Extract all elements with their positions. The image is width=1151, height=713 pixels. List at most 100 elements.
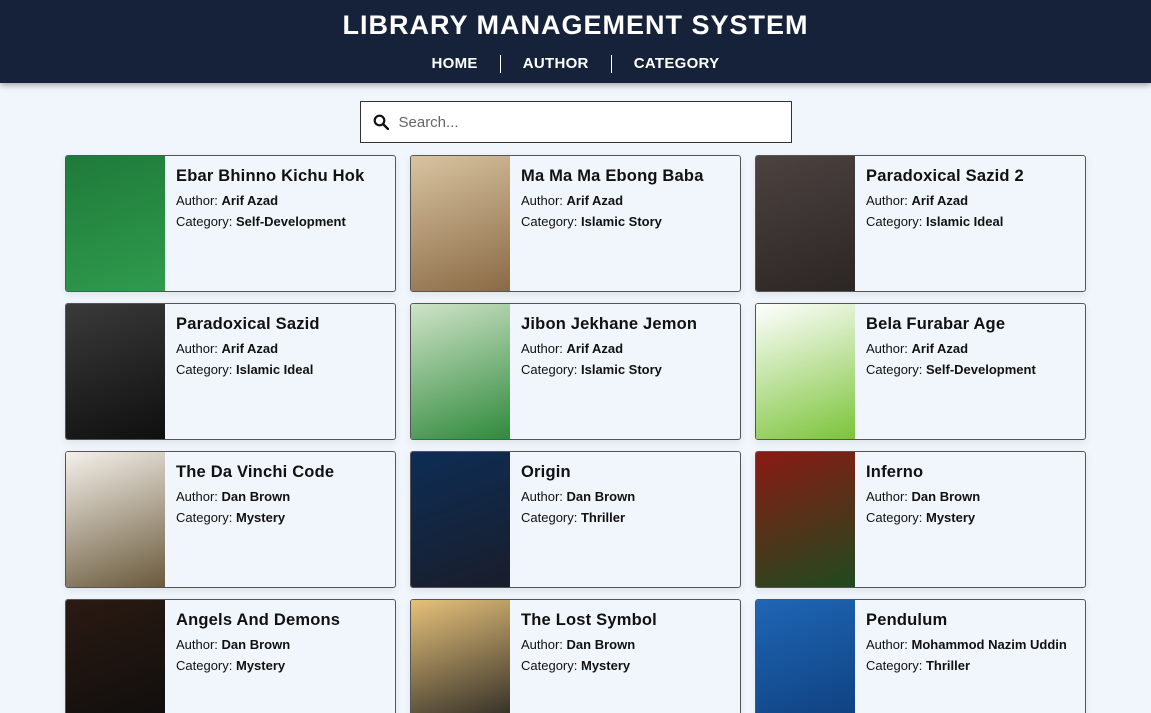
main-nav: HOME AUTHOR CATEGORY [0, 50, 1151, 78]
author-name[interactable]: Dan Brown [222, 489, 291, 504]
book-author: Author: Arif Azad [521, 193, 704, 208]
book-category: Category: Self-Development [866, 362, 1036, 377]
search-input[interactable] [398, 113, 779, 131]
book-cover-image[interactable] [756, 600, 855, 713]
book-author: Author: Arif Azad [176, 193, 364, 208]
book-title: Origin [521, 463, 571, 481]
author-label: Author: [866, 489, 912, 504]
book-card[interactable]: Origin Author: Dan Brown Category: Thrille… [410, 451, 741, 588]
book-card[interactable]: Ebar Bhinno Kichu Hok Author: Arif Azad Ca… [65, 155, 396, 292]
book-card[interactable]: The Lost Symbol Author: Dan Brown Category… [410, 599, 741, 713]
author-name[interactable]: Arif Azad [912, 193, 969, 208]
author-label: Author: [521, 341, 567, 356]
author-name[interactable]: Dan Brown [912, 489, 981, 504]
book-author: Author: Mohammod Nazim Uddin [866, 637, 1067, 652]
book-title: Angels And Demons [176, 611, 341, 629]
category-name[interactable]: Self-Development [926, 362, 1036, 377]
book-card[interactable]: Paradoxical Sazid 2 Author: Arif Azad Cate… [755, 155, 1086, 292]
book-card[interactable]: Inferno Author: Dan Brown Category: Myster… [755, 451, 1086, 588]
book-grid: Ebar Bhinno Kichu Hok Author: Arif Azad Ca… [65, 155, 1151, 713]
author-label: Author: [176, 637, 222, 652]
author-name[interactable]: Dan Brown [567, 637, 636, 652]
author-name[interactable]: Arif Azad [567, 341, 624, 356]
category-label: Category: [176, 214, 236, 229]
book-info: Pendulum Author: Mohammod Nazim Uddin Cate… [855, 600, 1077, 713]
book-author: Author: Dan Brown [176, 637, 340, 652]
author-label: Author: [866, 341, 912, 356]
author-label: Author: [521, 489, 567, 504]
category-label: Category: [521, 362, 581, 377]
author-label: Author: [176, 341, 222, 356]
category-label: Category: [521, 510, 581, 525]
book-cover-image[interactable] [411, 304, 510, 439]
book-cover-image[interactable] [66, 304, 165, 439]
author-name[interactable]: Arif Azad [222, 193, 279, 208]
book-info: Origin Author: Dan Brown Category: Thrille… [510, 452, 645, 587]
category-label: Category: [521, 658, 581, 673]
book-title: Paradoxical Sazid [176, 315, 320, 333]
category-label: Category: [176, 658, 236, 673]
book-info: The Lost Symbol Author: Dan Brown Category… [510, 600, 667, 713]
book-cover-image[interactable] [66, 600, 165, 713]
search-box[interactable] [359, 101, 792, 143]
book-category: Category: Mystery [176, 658, 340, 673]
book-cover-image[interactable] [756, 304, 855, 439]
nav-home[interactable]: HOME [410, 55, 500, 73]
author-name[interactable]: Arif Azad [567, 193, 624, 208]
book-cover-image[interactable] [66, 452, 165, 587]
book-title: Ebar Bhinno Kichu Hok [176, 167, 365, 185]
book-title: The Da Vinchi Code [176, 463, 335, 481]
search-icon [373, 114, 389, 130]
book-info: Angels And Demons Author: Dan Brown Catego… [165, 600, 350, 713]
book-title: Bela Furabar Age [866, 315, 1006, 333]
author-name[interactable]: Arif Azad [222, 341, 279, 356]
book-info: Jibon Jekhane Jemon Author: Arif Azad Cate… [510, 304, 707, 439]
book-category: Category: Islamic Story [521, 362, 697, 377]
book-title: Ma Ma Ma Ebong Baba [521, 167, 704, 185]
book-info: Bela Furabar Age Author: Arif Azad Categor… [855, 304, 1046, 439]
site-header: LIBRARY MANAGEMENT SYSTEM HOME AUTHOR CA… [0, 0, 1151, 83]
book-cover-image[interactable] [756, 452, 855, 587]
category-name[interactable]: Islamic Story [581, 362, 662, 377]
search-container [0, 101, 1151, 143]
category-name[interactable]: Mystery [581, 658, 630, 673]
category-name[interactable]: Islamic Ideal [236, 362, 313, 377]
category-name[interactable]: Thriller [926, 658, 970, 673]
category-label: Category: [521, 214, 581, 229]
book-author: Author: Arif Azad [866, 193, 1024, 208]
author-name[interactable]: Dan Brown [567, 489, 636, 504]
category-name[interactable]: Mystery [926, 510, 975, 525]
author-name[interactable]: Dan Brown [222, 637, 291, 652]
book-cover-image[interactable] [756, 156, 855, 291]
category-name[interactable]: Thriller [581, 510, 625, 525]
category-name[interactable]: Mystery [236, 658, 285, 673]
book-cover-image[interactable] [411, 452, 510, 587]
book-category: Category: Mystery [521, 658, 657, 673]
category-name[interactable]: Mystery [236, 510, 285, 525]
book-category: Category: Mystery [866, 510, 980, 525]
book-category: Category: Islamic Story [521, 214, 704, 229]
author-name[interactable]: Arif Azad [912, 341, 969, 356]
category-name[interactable]: Self-Development [236, 214, 346, 229]
book-card[interactable]: Angels And Demons Author: Dan Brown Catego… [65, 599, 396, 713]
category-label: Category: [866, 510, 926, 525]
book-author: Author: Dan Brown [521, 489, 635, 504]
book-cover-image[interactable] [66, 156, 165, 291]
book-card[interactable]: Ma Ma Ma Ebong Baba Author: Arif Azad Cate… [410, 155, 741, 292]
book-author: Author: Dan Brown [521, 637, 657, 652]
nav-author[interactable]: AUTHOR [501, 55, 611, 73]
book-card[interactable]: The Da Vinchi Code Author: Dan Brown Categ… [65, 451, 396, 588]
book-card[interactable]: Pendulum Author: Mohammod Nazim Uddin Cate… [755, 599, 1086, 713]
category-name[interactable]: Islamic Ideal [926, 214, 1003, 229]
book-card[interactable]: Jibon Jekhane Jemon Author: Arif Azad Cate… [410, 303, 741, 440]
book-cover-image[interactable] [411, 156, 510, 291]
nav-category[interactable]: CATEGORY [612, 55, 742, 73]
author-name[interactable]: Mohammod Nazim Uddin [912, 637, 1067, 652]
site-title: LIBRARY MANAGEMENT SYSTEM [342, 10, 809, 40]
author-label: Author: [176, 489, 222, 504]
book-cover-image[interactable] [411, 600, 510, 713]
category-name[interactable]: Islamic Story [581, 214, 662, 229]
book-card[interactable]: Bela Furabar Age Author: Arif Azad Categor… [755, 303, 1086, 440]
book-info: The Da Vinchi Code Author: Dan Brown Categ… [165, 452, 344, 587]
book-card[interactable]: Paradoxical Sazid Author: Arif Azad Catego… [65, 303, 396, 440]
